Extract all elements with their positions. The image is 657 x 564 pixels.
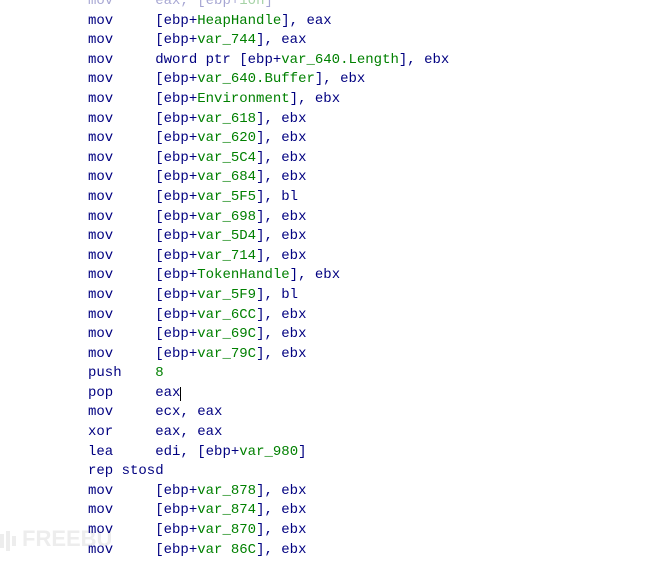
asm-line: mov [ebp+var_5F9], bl xyxy=(88,286,657,306)
text-cursor xyxy=(180,387,181,401)
asm-line: mov [ebp+var_5F5], bl xyxy=(88,188,657,208)
asm-line: mov [ebp+var_870], ebx xyxy=(88,521,657,541)
asm-line: mov [ebp+var_878], ebx xyxy=(88,482,657,502)
asm-line: rep stosd xyxy=(88,462,657,482)
asm-line: mov [ebp+var_744], eax xyxy=(88,31,657,51)
asm-line: pop eax xyxy=(88,384,657,404)
asm-line: mov [ebp+HeapHandle], eax xyxy=(88,12,657,32)
asm-line: mov [ebp+var_874], ebx xyxy=(88,501,657,521)
asm-line: mov [ebp+var_79C], ebx xyxy=(88,345,657,365)
asm-line: mov [ebp+var_714], ebx xyxy=(88,247,657,267)
asm-line: mov [ebp+Environment], ebx xyxy=(88,90,657,110)
asm-line: mov [ebp+var_5D4], ebx xyxy=(88,227,657,247)
asm-line: mov [ebp+var_69C], ebx xyxy=(88,325,657,345)
asm-line: mov [ebp+var_6CC], ebx xyxy=(88,306,657,326)
asm-line: mov [ebp+var_618], ebx xyxy=(88,110,657,130)
asm-line: mov [ebp+var_698], ebx xyxy=(88,208,657,228)
asm-line: mov [ebp+var 86C], ebx xyxy=(88,541,657,561)
asm-line: lea edi, [ebp+var_980] xyxy=(88,443,657,463)
asm-line: mov eax, [ebp+10h] xyxy=(88,0,657,12)
asm-line: mov [ebp+var_640.Buffer], ebx xyxy=(88,70,657,90)
disassembly-listing: mov eax, [ebp+10h]mov [ebp+HeapHandle], … xyxy=(0,0,657,560)
asm-line: mov ecx, eax xyxy=(88,403,657,423)
asm-line: mov [ebp+var_620], ebx xyxy=(88,129,657,149)
asm-line: mov [ebp+var_684], ebx xyxy=(88,168,657,188)
asm-line: xor eax, eax xyxy=(88,423,657,443)
asm-line: mov [ebp+TokenHandle], ebx xyxy=(88,266,657,286)
asm-line: push 8 xyxy=(88,364,657,384)
asm-line: mov dword ptr [ebp+var_640.Length], ebx xyxy=(88,51,657,71)
asm-line: mov [ebp+var_5C4], ebx xyxy=(88,149,657,169)
